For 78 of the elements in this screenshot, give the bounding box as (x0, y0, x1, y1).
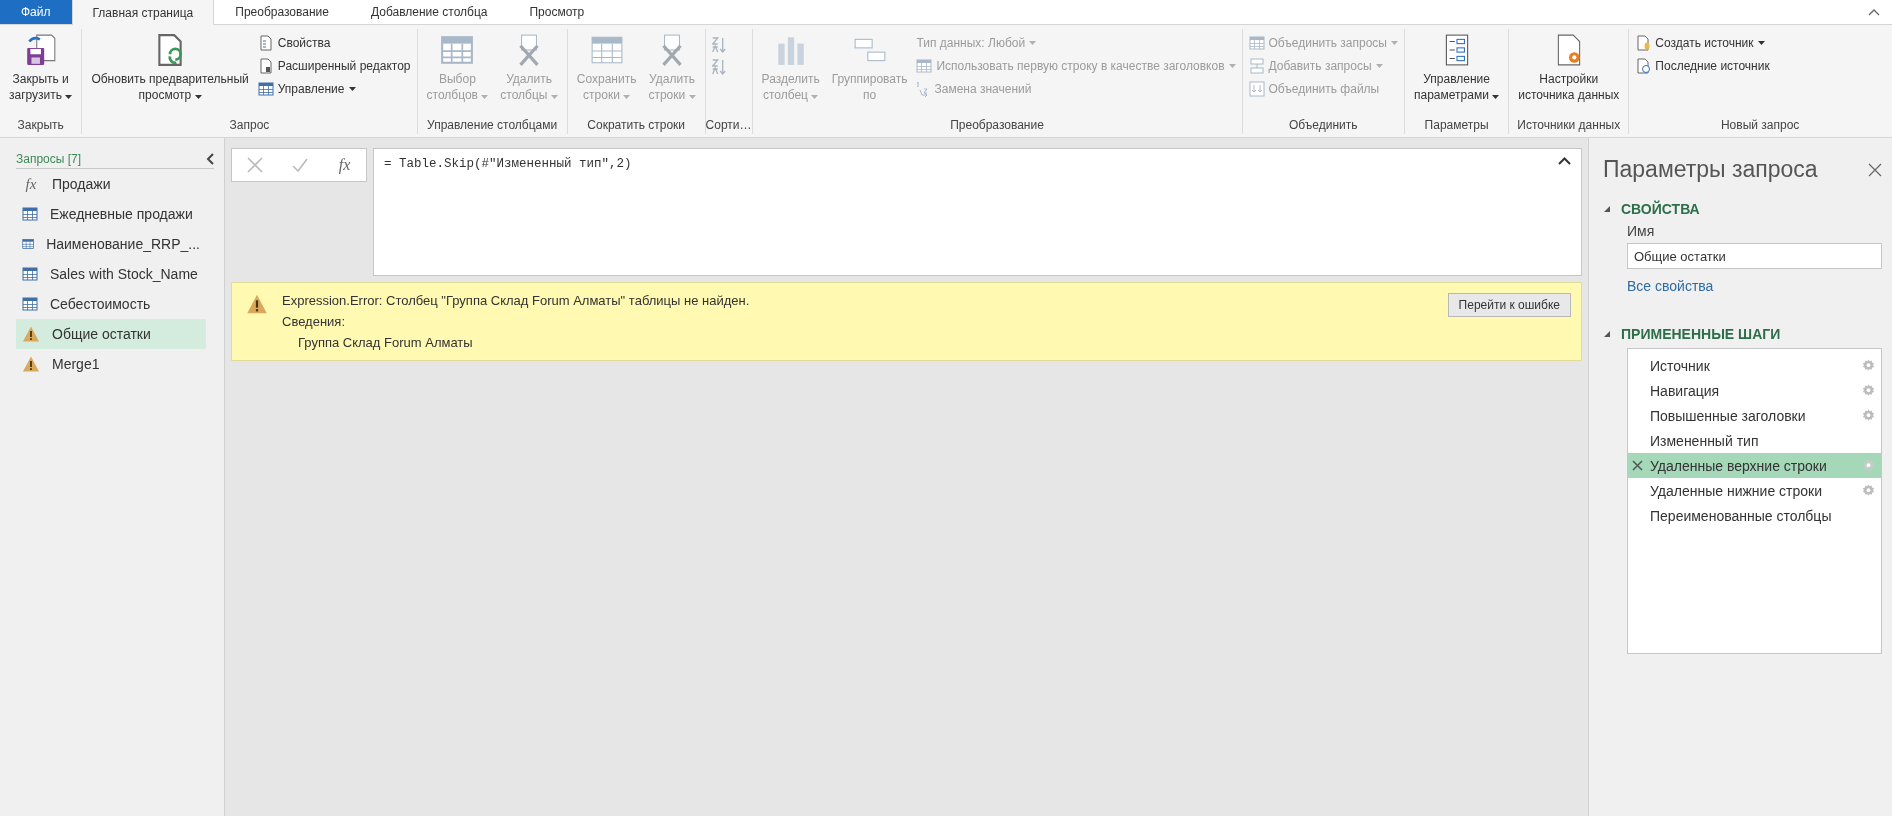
query-item[interactable]: Наименование_RRP_... (16, 229, 206, 259)
document-clock-icon (1635, 57, 1652, 74)
query-item[interactable]: Общие остатки (16, 319, 206, 349)
ribbon-button[interactable]: Создать источник (1635, 32, 1770, 53)
query-item[interactable]: Sales with Stock_Name (16, 259, 206, 289)
combine-icon (1248, 80, 1265, 97)
expanded-triangle-icon[interactable] (1603, 330, 1611, 338)
warning-icon (22, 325, 40, 343)
ribbon-button[interactable]: Обновить предварительный просмотр (88, 31, 252, 105)
gear-icon[interactable] (1862, 359, 1875, 372)
ribbon-button[interactable]: Расширенный редактор (257, 55, 411, 76)
applied-step[interactable]: Переименованные столбцы (1628, 503, 1881, 528)
gear-icon[interactable] (1862, 409, 1875, 422)
replace-icon (916, 80, 931, 97)
table-icon (22, 236, 35, 252)
ribbon-button[interactable]: Закрыть и загрузить (6, 31, 76, 105)
collapse-ribbon-icon[interactable] (1868, 8, 1880, 16)
group-label: Управление столбцами (427, 118, 558, 134)
error-detail: Группа Склад Forum Алматы (297, 335, 474, 350)
gear-icon[interactable] (1862, 484, 1875, 497)
query-item[interactable]: Себестоимость (16, 289, 206, 319)
go-to-error-button[interactable]: Перейти к ошибке (1447, 293, 1571, 317)
gear-icon[interactable] (1862, 459, 1875, 472)
name-input-field[interactable]: Общие остатки (1627, 243, 1882, 269)
applied-step[interactable]: Навигация (1628, 378, 1881, 403)
section-heading: ПРИМЕНЕННЫЕ ШАГИ (1621, 326, 1781, 342)
group-label: Параметры (1424, 118, 1489, 134)
field-label: Имя (1627, 223, 1656, 239)
panel-title: Параметры запроса (1603, 156, 1818, 183)
expanded-triangle-icon[interactable] (1603, 205, 1611, 213)
insert-function-button[interactable]: fx (334, 156, 355, 174)
ribbon-button[interactable]: Последние источник (1635, 55, 1770, 76)
query-item[interactable]: Ежедневные продажи (16, 199, 206, 229)
applied-step[interactable]: Источник (1628, 353, 1881, 378)
ribbon-button[interactable]: Управление (257, 78, 411, 99)
close-icon[interactable] (1868, 162, 1882, 177)
applied-step[interactable]: Удаленные верхние строки (1628, 453, 1881, 478)
table-icon (916, 57, 933, 74)
ribbon-tab[interactable]: Главная страница (71, 0, 215, 25)
applied-step[interactable]: Повышенные заголовки (1628, 403, 1881, 428)
warning-icon (246, 293, 268, 315)
gear-icon[interactable] (1862, 384, 1875, 397)
table-icon (1248, 34, 1265, 51)
ribbon-button[interactable]: Управление параметрами (1411, 31, 1503, 105)
all-properties-link[interactable]: Все свойства (1627, 278, 1714, 294)
applied-step[interactable]: Измененный тип (1628, 428, 1881, 453)
section-heading: СВОЙСТВА (1621, 201, 1700, 217)
queries-title: Запросы [7] (16, 152, 82, 166)
group-label: Объединить (1289, 118, 1358, 134)
formula-text[interactable]: = Table.Skip(#"Измененный тип",2) (384, 157, 632, 267)
document-icon (257, 57, 274, 74)
function-glyph: fx (24, 175, 38, 193)
ribbon-button[interactable]: Настройки источника данных (1515, 31, 1623, 105)
group-label: Закрыть (17, 118, 64, 134)
applied-step[interactable]: Удаленные нижние строки (1628, 478, 1881, 503)
document-icon (1635, 34, 1652, 51)
table-icon (22, 206, 38, 222)
table-icon (22, 296, 38, 312)
collapse-icon[interactable] (206, 153, 214, 165)
append-icon (1248, 57, 1265, 74)
query-item[interactable]: Merge1 (16, 349, 206, 379)
table-icon (22, 266, 38, 282)
table-icon (440, 33, 475, 67)
group-label: Сорти… (705, 118, 752, 134)
group-label: Новый запрос (1720, 118, 1800, 134)
ribbon-tab[interactable]: Файл (0, 0, 72, 24)
warning-icon (22, 355, 40, 373)
error-message: Expression.Error: Столбец "Группа Склад Forum Алматы" таблицы не найден. (282, 293, 751, 308)
collapse-icon[interactable] (1558, 157, 1571, 165)
query-item[interactable]: fx Продажи (16, 169, 206, 199)
group-label: Источники данных (1517, 118, 1621, 134)
properties-icon (257, 34, 274, 51)
group-label: Преобразование (950, 118, 1044, 134)
group-label: Сократить строки (587, 118, 686, 134)
details-label: Сведения: (282, 314, 346, 329)
group-label: Запрос (229, 118, 270, 134)
ribbon-button[interactable]: Свойства (257, 32, 411, 53)
table-icon (257, 80, 274, 97)
